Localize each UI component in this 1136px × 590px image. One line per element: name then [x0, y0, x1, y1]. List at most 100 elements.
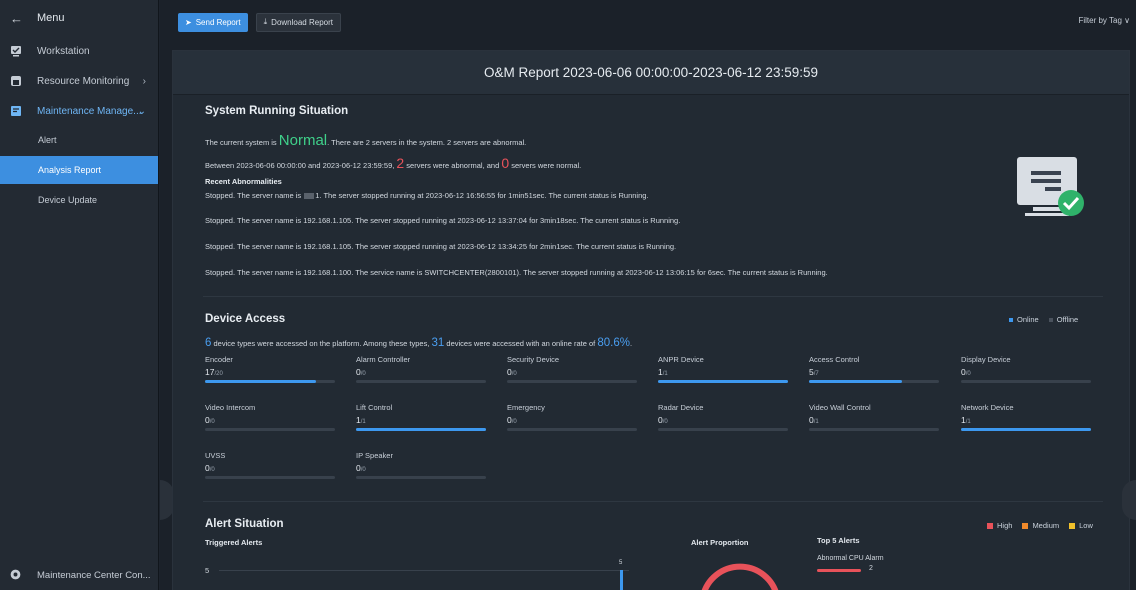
sidebar-item-resource-monitoring[interactable]: Resource Monitoring › [0, 66, 158, 96]
device-online-count: 5/7 [809, 367, 939, 377]
sidebar-item-label: Resource Monitoring [37, 75, 130, 87]
online-rate-bar [961, 428, 1091, 431]
menu-header[interactable]: ← Menu [0, 0, 158, 36]
text: device types were accessed on the platfo… [211, 339, 432, 348]
system-section-title: System Running Situation [205, 105, 349, 117]
device-online-count: 0/1 [809, 415, 939, 425]
total-value: /1 [662, 371, 668, 377]
device-access-cell: Radar Device 0/0 [658, 403, 788, 431]
device-online-count: 0/0 [507, 367, 637, 377]
legend-low-label: Low [1079, 521, 1093, 530]
online-rate-bar [205, 428, 335, 431]
total-value: /7 [813, 371, 819, 377]
device-access-cell: Display Device 0/0 [961, 355, 1091, 383]
device-access-cell: Video Wall Control 0/1 [809, 403, 939, 431]
abnormality-row: Stopped. The server name is 192.168.1.10… [205, 242, 677, 251]
device-count: 31 [431, 337, 445, 349]
text: devices were accessed with an online rat… [444, 339, 598, 348]
menu-label: Menu [37, 12, 65, 24]
download-report-button[interactable]: ⤓ Download Report [255, 12, 341, 32]
section-divider [203, 296, 1103, 297]
medium-swatch [1022, 522, 1029, 529]
abnormality-row: Stopped. The server name is 192.168.1.10… [205, 268, 828, 277]
toolbar: ➤ Send Report ⤓ Download Report Filter b… [160, 0, 1136, 44]
text: 1. The server stopped running at 2023-06… [315, 191, 649, 200]
text: . There are 2 servers in the system. 2 s… [327, 138, 527, 147]
device-online-count: 1/1 [961, 415, 1091, 425]
device-access-cell: Access Control 5/7 [809, 355, 939, 383]
sidebar-subitem-device-update[interactable]: Device Update [0, 186, 158, 214]
online-rate-bar [961, 380, 1091, 383]
scroll-right-handle[interactable] [1122, 480, 1136, 520]
sidebar-item-label: Maintenance Manage... [37, 105, 142, 117]
app-window: ← Menu Workstation Resource Monitoring ›… [0, 0, 1136, 590]
device-online-count: 1/1 [658, 367, 788, 377]
download-icon: ⤓ [263, 17, 268, 26]
workstation-icon [9, 44, 23, 58]
send-report-button[interactable]: ➤ Send Report [178, 12, 248, 32]
sidebar-subitem-alert[interactable]: Alert [0, 126, 158, 154]
abnormality-row: Stopped. The server name is 1. The serve… [205, 191, 649, 200]
send-icon: ➤ [185, 17, 192, 27]
masked-server-name [304, 193, 315, 200]
online-rate-bar [658, 428, 788, 431]
total-value: /0 [360, 371, 366, 377]
subitem-label: Device Update [38, 195, 98, 205]
device-access-cell: IP Speaker 0/0 [356, 451, 486, 479]
device-type-name: Video Intercom [205, 403, 256, 412]
sidebar-subitem-analysis-report[interactable]: Analysis Report [0, 156, 158, 184]
alert-level-legend: High Medium Low [977, 521, 1093, 530]
device-type-name: Video Wall Control [809, 403, 871, 412]
alert-proportion-donut [701, 563, 779, 590]
device-online-count: 0/0 [356, 367, 486, 377]
report-title: O&M Report 2023-06-06 00:00:00-2023-06-1… [173, 51, 1129, 95]
device-legend: Online Offline [999, 315, 1078, 324]
section-divider [203, 501, 1103, 502]
server-summary-line: Between 2023-06-06 00:00:00 and 2023-06-… [205, 155, 581, 171]
total-value: /1 [360, 419, 366, 425]
device-type-name: Lift Control [356, 403, 393, 412]
device-access-cell: UVSS 0/0 [205, 451, 335, 479]
device-online-count: 0/0 [205, 415, 335, 425]
back-arrow-icon[interactable]: ← [10, 11, 23, 26]
subitem-label: Alert [38, 135, 57, 145]
device-access-cell: Emergency 0/0 [507, 403, 637, 431]
alert-bar[interactable] [620, 570, 623, 590]
online-rate-bar-fill [809, 380, 902, 383]
online-rate-bar-fill [205, 380, 316, 383]
chevron-down-icon: ⌄ [137, 105, 146, 117]
sidebar-item-label: Maintenance Center Con... [37, 569, 151, 581]
total-value: /0 [360, 467, 366, 473]
sidebar-item-label: Workstation [37, 45, 90, 57]
sidebar-item-maintenance-center[interactable]: Maintenance Center Con... [0, 560, 159, 590]
online-rate-bar [205, 476, 335, 479]
report-panel: O&M Report 2023-06-06 00:00:00-2023-06-1… [172, 50, 1130, 590]
total-value: /0 [511, 419, 517, 425]
top-alert-bar [817, 569, 861, 572]
online-rate-bar [809, 380, 939, 383]
sidebar-item-workstation[interactable]: Workstation [0, 36, 158, 66]
text: Stopped. The server name is [205, 191, 304, 200]
chevron-right-icon: › [142, 75, 146, 87]
sidebar-item-maintenance-management[interactable]: Maintenance Manage... ⌄ [0, 96, 158, 126]
filter-by-tag-dropdown[interactable]: Filter by Tag ∨ [1078, 16, 1130, 25]
alert-section: Alert Situation Triggered Alerts 5 5 Ale… [205, 518, 1105, 590]
device-access-cell: Encoder 17/20 [205, 355, 335, 383]
device-type-name: Access Control [809, 355, 860, 364]
device-online-count: 0/0 [658, 415, 788, 425]
sidebar: ← Menu Workstation Resource Monitoring ›… [0, 0, 159, 590]
online-rate-bar-fill [356, 428, 486, 431]
online-rate-bar [507, 428, 637, 431]
online-rate-bar-fill [961, 428, 1091, 431]
alert-proportion-label: Alert Proportion [691, 538, 749, 547]
y-axis-tick: 5 [205, 566, 210, 575]
device-online-count: 1/1 [356, 415, 486, 425]
subitem-label: Analysis Report [38, 165, 102, 175]
recent-abnormalities-label: Recent Abnormalities [205, 177, 282, 186]
online-rate-bar [356, 380, 486, 383]
device-type-name: IP Speaker [356, 451, 393, 460]
device-type-name: Network Device [961, 403, 1014, 412]
legend-offline-label: Offline [1056, 315, 1079, 324]
online-rate-bar-fill [658, 380, 788, 383]
device-type-name: UVSS [205, 451, 226, 460]
